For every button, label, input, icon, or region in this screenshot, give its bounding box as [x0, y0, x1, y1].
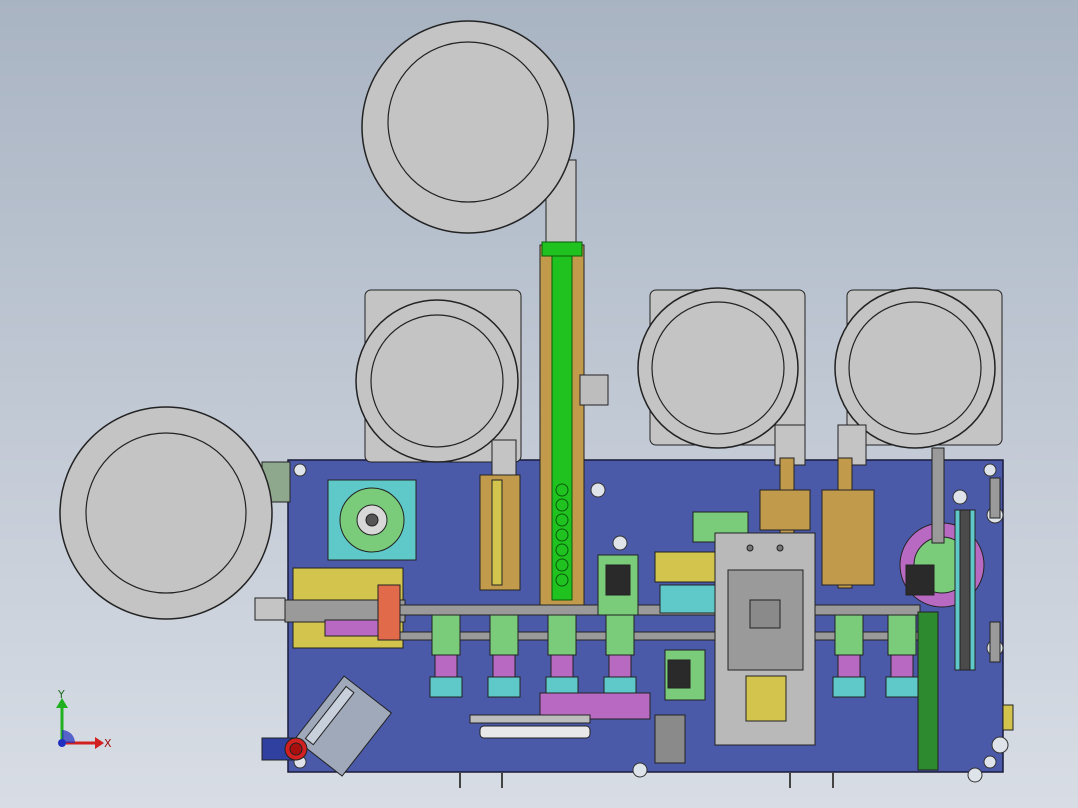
- bowl-feeder-right: [834, 287, 1003, 466]
- cad-viewport[interactable]: Y X: [0, 0, 1078, 808]
- pick-place-station-1: [429, 614, 463, 698]
- axis-y-label: Y: [57, 688, 65, 701]
- axis-x-label: X: [104, 737, 112, 750]
- pick-place-station-3: [545, 614, 579, 698]
- control-panel-plate: [714, 532, 816, 746]
- pick-place-station-6: [885, 614, 919, 698]
- bowl-feeder-center-right: [637, 287, 806, 466]
- bowl-feeder-center-left: [355, 289, 522, 481]
- left-transfer-slide: [284, 567, 406, 649]
- rotary-index-table: [327, 479, 417, 561]
- pick-place-station-5: [832, 614, 866, 698]
- pick-place-station-2: [487, 614, 521, 698]
- pick-place-station-4: [603, 614, 637, 698]
